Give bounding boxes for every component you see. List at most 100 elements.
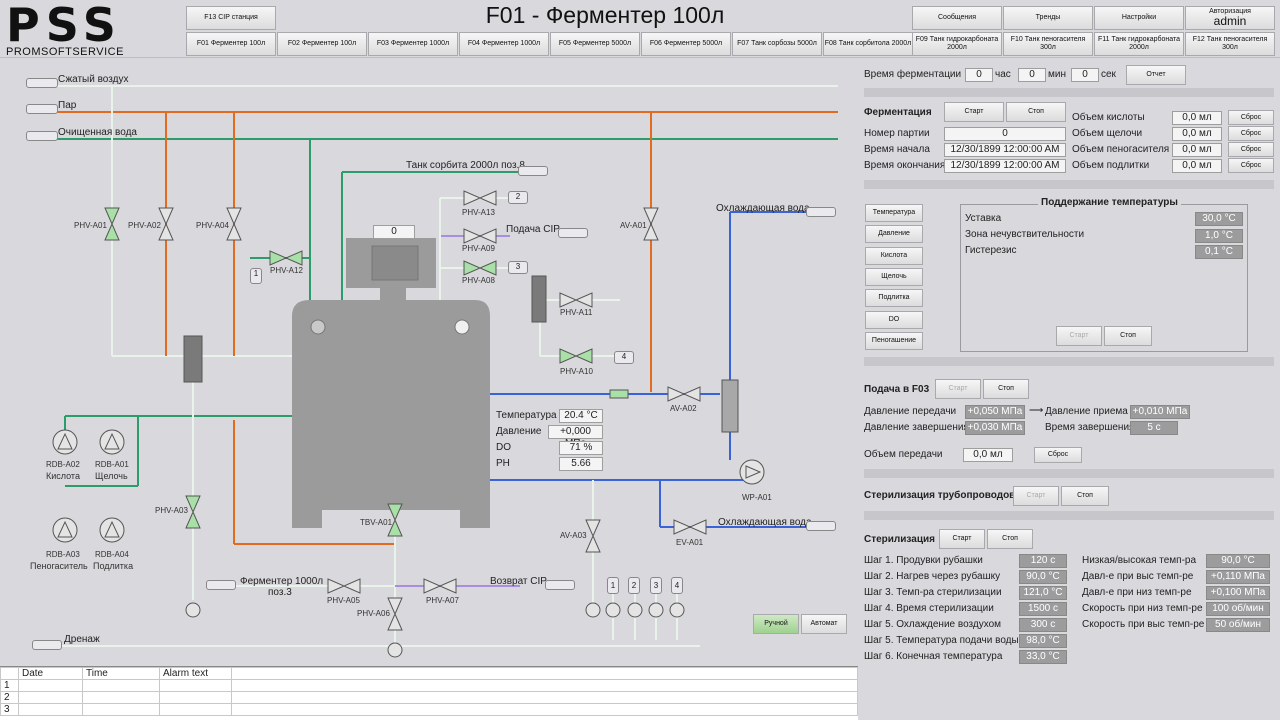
end-time2-value[interactable]: 5 с <box>1130 421 1178 435</box>
table-row[interactable]: 3 <box>0 703 858 716</box>
hysteresis-value[interactable]: 0,1 °C <box>1195 245 1243 259</box>
valve-phv-a09[interactable]: PHV-A09 <box>462 244 495 253</box>
tab-fermenter-9[interactable]: F09 Танк гидрокарбоната 2000л <box>912 32 1002 56</box>
report-button[interactable]: Отчет <box>1126 65 1186 85</box>
messages-button[interactable]: Сообщения <box>912 6 1002 30</box>
antifoam-reset-button[interactable]: Сброс <box>1228 142 1274 157</box>
transfer-start-button[interactable]: Старт <box>935 379 981 399</box>
param-value[interactable]: 50 об/мин <box>1206 618 1270 632</box>
end-pressure-value[interactable]: +0,030 МПа <box>965 421 1025 435</box>
temp-stop-button[interactable]: Стоп <box>1104 326 1152 346</box>
send-pressure-value[interactable]: +0,050 МПа <box>965 405 1025 419</box>
tab-fermenter-5[interactable]: F05 Ферментер 5000л <box>550 32 640 56</box>
regulator-button[interactable]: Щелочь <box>865 267 923 286</box>
recv-pressure-value[interactable]: +0,010 МПа <box>1130 405 1190 419</box>
valve-phv-a08[interactable]: PHV-A08 <box>462 276 495 285</box>
alkali-reset-button[interactable]: Сброс <box>1228 126 1274 141</box>
fermentation-stop-button[interactable]: Стоп <box>1006 102 1066 122</box>
regulator-button[interactable]: Подлитка <box>865 289 923 308</box>
deadband-value[interactable]: 1,0 °C <box>1195 229 1243 243</box>
tab-fermenter-8[interactable]: F08 Танк сорбитола 2000л <box>823 32 913 56</box>
manual-mode-button[interactable]: Ручной <box>753 614 799 634</box>
valve-phv-a06[interactable]: PHV-A06 <box>357 609 390 618</box>
pump-wp-a01[interactable]: WP-A01 <box>742 493 772 502</box>
table-row[interactable]: 1 <box>0 679 858 692</box>
steril-start-button[interactable]: Старт <box>939 529 985 549</box>
pipe-steril-stop-button[interactable]: Стоп <box>1061 486 1109 506</box>
step-value[interactable]: 121,0 °C <box>1019 586 1067 600</box>
pump-rdb-a03[interactable]: RDB-A03 <box>46 550 80 559</box>
tab-fermenter-11[interactable]: F11 Танк гидрокарбоната 2000л <box>1094 32 1184 56</box>
cip-station-button[interactable]: F13 CIP станция <box>186 6 276 30</box>
valve-phv-a01[interactable]: PHV-A01 <box>74 221 107 230</box>
regulator-button[interactable]: Кислота <box>865 246 923 265</box>
valve-phv-a10[interactable]: PHV-A10 <box>560 367 593 376</box>
auto-mode-button[interactable]: Автомат <box>801 614 847 634</box>
deadband-label: Зона нечувствительности <box>965 229 1085 240</box>
recv-pressure-label: Давление приема <box>1045 406 1128 417</box>
step-value[interactable]: 90,0 °C <box>1019 570 1067 584</box>
transfer-stop-button[interactable]: Стоп <box>983 379 1029 399</box>
valve-phv-a07[interactable]: PHV-A07 <box>426 596 459 605</box>
valve-ev-a01[interactable]: EV-A01 <box>676 538 703 547</box>
pump-rdb-a04[interactable]: RDB-A04 <box>95 550 129 559</box>
tab-fermenter-7[interactable]: F07 Танк сорбозы 5000л <box>732 32 822 56</box>
step-value[interactable]: 33,0 °C <box>1019 650 1067 664</box>
valve-phv-a03[interactable]: PHV-A03 <box>155 506 188 515</box>
step-value[interactable]: 1500 с <box>1019 602 1067 616</box>
tab-fermenter-6[interactable]: F06 Ферментер 5000л <box>641 32 731 56</box>
step-value[interactable]: 300 с <box>1019 618 1067 632</box>
regulator-button[interactable]: Пеногашение <box>865 331 923 350</box>
transfer-vol-field: 0,0 мл <box>963 448 1013 462</box>
transfer-reset-button[interactable]: Сброс <box>1034 447 1082 463</box>
tab-fermenter-2[interactable]: F02 Ферментер 100л <box>277 32 367 56</box>
param-value[interactable]: +0,110 МПа <box>1206 570 1270 584</box>
seconds-field[interactable]: 0 <box>1071 68 1099 82</box>
valve-phv-a11[interactable]: PHV-A11 <box>560 308 592 317</box>
fermentation-start-button[interactable]: Старт <box>944 102 1004 122</box>
tab-fermenter-3[interactable]: F03 Ферментер 1000л <box>368 32 458 56</box>
valve-tbv-a01[interactable]: TBV-A01 <box>360 518 392 527</box>
auth-button[interactable]: Авторизация admin <box>1185 6 1275 30</box>
tab-fermenter-12[interactable]: F12 Танк пеногасителя 300л <box>1185 32 1275 56</box>
feed-reset-button[interactable]: Сброс <box>1228 158 1274 173</box>
valve-phv-a12[interactable]: PHV-A12 <box>270 266 303 275</box>
minutes-field[interactable]: 0 <box>1018 68 1046 82</box>
tab-fermenter-1[interactable]: F01 Ферментер 100л <box>186 32 276 56</box>
valve-phv-a13[interactable]: PHV-A13 <box>462 208 495 217</box>
regulator-button[interactable]: Давление <box>865 225 923 244</box>
alarm-table: Date Time Alarm text 1 2 3 <box>0 666 858 720</box>
batch-field[interactable]: 0 <box>944 127 1066 141</box>
valve-av-a01[interactable]: AV-A01 <box>620 221 647 230</box>
hours-field[interactable]: 0 <box>965 68 993 82</box>
param-value[interactable]: 90,0 °C <box>1206 554 1270 568</box>
valve-phv-a02[interactable]: PHV-A02 <box>128 221 161 230</box>
hysteresis-label: Гистерезис <box>965 245 1017 256</box>
setpoint-value[interactable]: 30,0 °C <box>1195 212 1243 226</box>
settings-button[interactable]: Настройки <box>1094 6 1184 30</box>
pump-rdb-a01[interactable]: RDB-A01 <box>95 460 129 469</box>
steril-stop-button[interactable]: Стоп <box>987 529 1033 549</box>
trends-button[interactable]: Тренды <box>1003 6 1093 30</box>
param-value[interactable]: +0,100 МПа <box>1206 586 1270 600</box>
valve-av-a03[interactable]: AV-A03 <box>560 531 587 540</box>
fermenter-1000-label: Ферментер 1000л <box>240 576 324 587</box>
step-value[interactable]: 120 с <box>1019 554 1067 568</box>
step-label: Шаг 3. Темп-ра стерилизации <box>864 587 1002 598</box>
param-value[interactable]: 100 об/мин <box>1206 602 1270 616</box>
acid-reset-button[interactable]: Сброс <box>1228 110 1274 125</box>
tab-fermenter-10[interactable]: F10 Танк пеногасителя 300л <box>1003 32 1093 56</box>
regulator-button[interactable]: Температура <box>865 204 923 222</box>
tab-fermenter-4[interactable]: F04 Ферментер 1000л <box>459 32 549 56</box>
valve-phv-a04[interactable]: PHV-A04 <box>196 221 229 230</box>
table-row[interactable]: 2 <box>0 691 858 704</box>
valve-phv-a05[interactable]: PHV-A05 <box>327 596 360 605</box>
pipe-steril-start-button[interactable]: Старт <box>1013 486 1059 506</box>
regulator-button[interactable]: DO <box>865 310 923 329</box>
step-value[interactable]: 98,0 °C <box>1019 634 1067 648</box>
separator <box>864 469 1274 478</box>
cip-return-label: Возврат CIP <box>490 576 547 587</box>
valve-av-a02[interactable]: AV-A02 <box>670 404 697 413</box>
temp-start-button[interactable]: Старт <box>1056 326 1102 346</box>
pump-rdb-a02[interactable]: RDB-A02 <box>46 460 80 469</box>
